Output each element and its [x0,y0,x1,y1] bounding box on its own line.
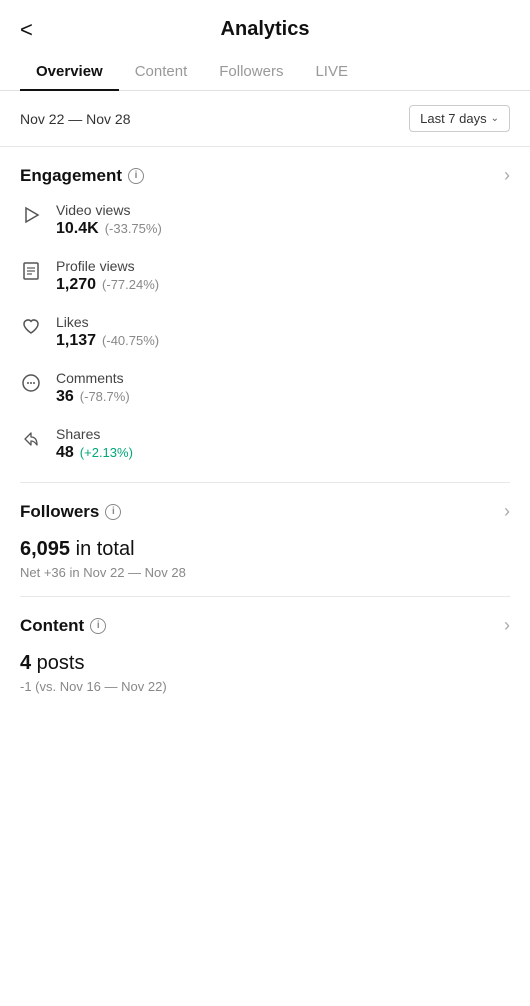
likes-value: 1,137 [56,332,96,350]
metric-likes: Likes 1,137 (-40.75%) [20,314,510,350]
content-posts: 4 posts [20,652,510,675]
engagement-title: Engagement [20,166,122,186]
engagement-section: Engagement i › Video views 10.4K (-33.75… [0,147,530,462]
content-info-icon[interactable]: i [90,618,106,634]
page-title: Analytics [221,18,310,41]
share-icon [20,428,42,450]
engagement-chevron-right-icon[interactable]: › [504,165,510,186]
date-dropdown-label: Last 7 days [420,111,487,126]
shares-label: Shares [56,426,133,442]
video-views-value: 10.4K [56,220,99,238]
tab-followers[interactable]: Followers [203,51,299,90]
engagement-title-row: Engagement i [20,166,144,186]
content-section: Content i › 4 posts -1 (vs. Nov 16 — Nov… [0,597,530,694]
header: < Analytics [0,0,530,51]
metric-shares: Shares 48 (+2.13%) [20,426,510,462]
content-title: Content [20,616,84,636]
followers-total-label: in total [70,538,134,560]
date-range-label: Nov 22 — Nov 28 [20,111,131,127]
metric-comments: Comments 36 (-78.7%) [20,370,510,406]
profile-views-value: 1,270 [56,276,96,294]
followers-total: 6,095 in total [20,538,510,561]
date-bar: Nov 22 — Nov 28 Last 7 days ⌄ [0,91,530,147]
chevron-down-icon: ⌄ [491,113,499,124]
video-views-label: Video views [56,202,162,218]
profile-icon [20,260,42,282]
back-button[interactable]: < [20,19,33,41]
followers-total-value: 6,095 [20,538,70,560]
engagement-section-header: Engagement i › [20,165,510,186]
play-icon [20,204,42,226]
video-views-change: (-33.75%) [105,221,162,236]
content-chevron-right-icon[interactable]: › [504,615,510,636]
followers-net: Net +36 in Nov 22 — Nov 28 [20,565,510,580]
heart-icon [20,316,42,338]
comment-icon [20,372,42,394]
tab-content[interactable]: Content [119,51,204,90]
comments-value: 36 [56,388,74,406]
date-dropdown[interactable]: Last 7 days ⌄ [409,105,510,132]
content-posts-label: posts [31,652,84,674]
followers-title: Followers [20,502,99,522]
metric-profile-views: Profile views 1,270 (-77.24%) [20,258,510,294]
tabs-bar: Overview Content Followers LIVE [0,51,530,91]
tab-overview[interactable]: Overview [20,51,119,90]
likes-label: Likes [56,314,159,330]
followers-section: Followers i › 6,095 in total Net +36 in … [0,483,530,580]
profile-views-label: Profile views [56,258,159,274]
metric-video-views: Video views 10.4K (-33.75%) [20,202,510,238]
comments-label: Comments [56,370,130,386]
content-section-header: Content i › [20,615,510,636]
followers-section-header: Followers i › [20,501,510,522]
followers-info-icon[interactable]: i [105,504,121,520]
comments-change: (-78.7%) [80,389,130,404]
tab-live[interactable]: LIVE [299,51,364,90]
content-posts-value: 4 [20,652,31,674]
followers-title-row: Followers i [20,502,121,522]
shares-change: (+2.13%) [80,445,133,460]
content-title-row: Content i [20,616,106,636]
profile-views-change: (-77.24%) [102,277,159,292]
followers-chevron-right-icon[interactable]: › [504,501,510,522]
shares-value: 48 [56,444,74,462]
likes-change: (-40.75%) [102,333,159,348]
content-sub: -1 (vs. Nov 16 — Nov 22) [20,679,510,694]
engagement-info-icon[interactable]: i [128,168,144,184]
